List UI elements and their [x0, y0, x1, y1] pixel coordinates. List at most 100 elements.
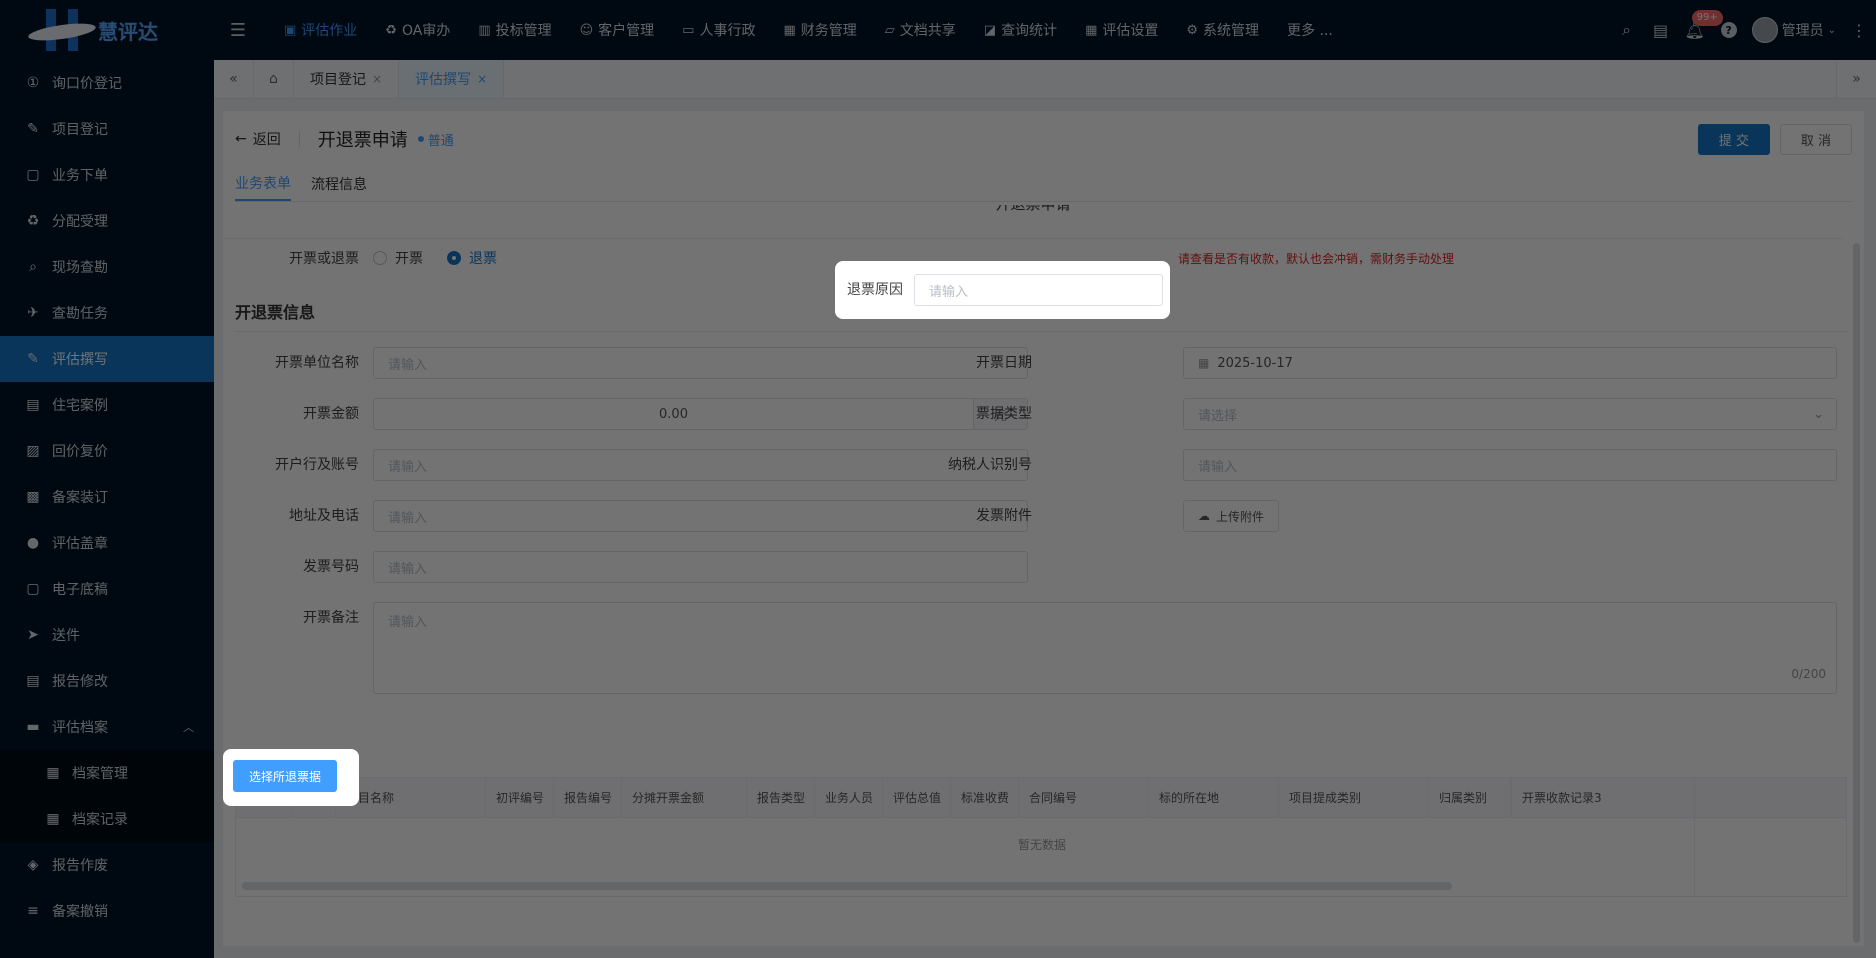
- tab-process-info[interactable]: 流程信息: [311, 167, 387, 201]
- column-header: 合同编号: [1019, 778, 1149, 817]
- bell-icon[interactable]: 🔔︎ 99+: [1678, 0, 1723, 60]
- sidebar-item-3[interactable]: ♻ 分配受理: [0, 198, 214, 244]
- tabs-bar: « ⌂ 项目登记 × 评估撰写 × »: [214, 60, 1876, 99]
- menu-collapse-icon[interactable]: ☰: [224, 16, 252, 44]
- form-title: 开退票申请: [223, 205, 1843, 239]
- sidebar-item-0[interactable]: ① 询口价登记: [0, 60, 214, 106]
- reason-label: 退票原因: [847, 282, 903, 298]
- sidebar-item-label: 询口价登记: [52, 76, 122, 92]
- page-title: 开退票申请: [317, 130, 408, 151]
- section-title: 开退票信息: [235, 303, 316, 322]
- table-icon: ▦: [46, 765, 60, 781]
- remark-textarea[interactable]: 请输入 0/200: [373, 602, 1837, 694]
- unit-label: 开票单位名称: [275, 355, 359, 371]
- topnav-item-9[interactable]: ⚙ 系统管理: [1172, 0, 1273, 60]
- tab-assessment-writing[interactable]: 评估撰写 ×: [399, 60, 505, 98]
- sidebar-item-label: 报告修改: [52, 674, 108, 690]
- date-label: 开票日期: [976, 355, 1032, 371]
- sidebar-item-5[interactable]: ✈ 查勘任务: [0, 290, 214, 336]
- radio-circle-selected: [447, 251, 461, 265]
- cancel-button[interactable]: 取 消: [1779, 123, 1852, 155]
- topnav-item-1[interactable]: ♻ OA审办: [371, 0, 464, 60]
- close-icon[interactable]: ×: [372, 72, 382, 86]
- topnav-item-7[interactable]: ◪ 查询统计: [970, 0, 1071, 60]
- type-label: 开票或退票: [289, 251, 359, 267]
- select-refund-button[interactable]: 选择所退票据: [233, 760, 338, 792]
- sidebar-item-label: 备案装订: [52, 490, 108, 506]
- chevron-down-icon: ⌄: [1813, 406, 1824, 422]
- sidebar-item-6[interactable]: ✎ 评估撰写: [0, 336, 214, 382]
- sidebar-item-1[interactable]: ✎ 项目登记: [0, 106, 214, 152]
- sidebar-item-16[interactable]: ▦ 档案记录: [0, 796, 214, 842]
- search-icon[interactable]: ⌕: [1610, 0, 1644, 60]
- clipboard-icon: ▥: [478, 22, 491, 38]
- sidebar-item-18[interactable]: ≡ 备案撤销: [0, 888, 214, 934]
- tabs-scroll-left-icon[interactable]: «: [214, 60, 254, 98]
- topnav-item-10[interactable]: 更多 ...: [1273, 0, 1347, 60]
- edit-icon: ✎: [27, 351, 39, 367]
- 123-icon: ①: [26, 75, 40, 91]
- topnav-item-0[interactable]: ▣ 评估作业: [270, 0, 371, 60]
- server-icon: ▤: [26, 673, 40, 689]
- sidebar-item-10[interactable]: ● 评估盖章: [0, 520, 214, 566]
- sidebar-item-13[interactable]: ▤ 报告修改: [0, 658, 214, 704]
- topnav-label: 更多 ...: [1287, 23, 1333, 39]
- reason-input[interactable]: 请输入: [914, 274, 1163, 306]
- invoice-no-label: 发票号码: [303, 559, 359, 575]
- radio-invoice[interactable]: 开票: [373, 248, 423, 268]
- address-label: 地址及电话: [289, 508, 359, 524]
- topnav-label: 人事行政: [699, 23, 756, 39]
- sidebar-item-12[interactable]: ➤ 送件: [0, 612, 214, 658]
- message-icon[interactable]: ▤: [1644, 0, 1678, 60]
- sidebar-item-14[interactable]: ▬ 评估档案 ︿: [0, 704, 214, 750]
- topnav-item-4[interactable]: ▭ 人事行政: [668, 0, 769, 60]
- horizontal-scrollbar[interactable]: [242, 882, 1452, 890]
- table-icon: ▦: [46, 811, 60, 827]
- topnav-label: OA审办: [401, 23, 451, 39]
- close-icon[interactable]: ×: [477, 72, 487, 86]
- sidebar-item-7[interactable]: ▤ 住宅案例: [0, 382, 214, 428]
- window-icon: ▢: [26, 167, 40, 183]
- back-button[interactable]: ← 返回: [235, 129, 281, 149]
- topnav-item-5[interactable]: ▦ 财务管理: [769, 0, 870, 60]
- home-tab-icon[interactable]: ⌂: [254, 60, 294, 98]
- sidebar-item-label: 评估档案: [52, 720, 108, 736]
- date-picker[interactable]: ▦ 2025-10-17: [1183, 347, 1837, 379]
- amount-value: 0.00: [659, 406, 688, 422]
- sidebar-item-label: 现场查勘: [52, 260, 108, 276]
- help-icon[interactable]: ?: [1712, 0, 1746, 60]
- topnav-label: 文档共享: [899, 23, 956, 39]
- tab-project-register[interactable]: 项目登记 ×: [294, 60, 400, 98]
- radio-refund[interactable]: 退票: [447, 248, 497, 268]
- tabs-scroll-right-icon[interactable]: »: [1836, 60, 1876, 98]
- sidebar-item-15[interactable]: ▦ 档案管理: [0, 750, 214, 796]
- topnav-item-2[interactable]: ▥ 投标管理: [464, 0, 565, 60]
- tab-business-form[interactable]: 业务表单: [235, 167, 291, 201]
- empty-text: 暂无数据: [1017, 838, 1066, 852]
- sidebar-item-4[interactable]: ⌕ 现场查勘: [0, 244, 214, 290]
- sidebar-item-11[interactable]: ▢ 电子底稿: [0, 566, 214, 612]
- topnav-item-8[interactable]: ▦ 评估设置: [1071, 0, 1172, 60]
- sidebar-item-9[interactable]: ▩ 备案装订: [0, 474, 214, 520]
- topnav-item-6[interactable]: ▱ 文档共享: [871, 0, 970, 60]
- vertical-scrollbar[interactable]: [1853, 243, 1860, 943]
- more-vertical-icon[interactable]: ⋮: [1842, 0, 1876, 60]
- fixed-column: [1694, 778, 1846, 896]
- send-icon: ➤: [27, 627, 39, 643]
- sidebar-item-label: 回价复价: [52, 444, 108, 460]
- invoice-no-input[interactable]: 请输入: [373, 551, 1028, 583]
- section-divider: [235, 331, 1847, 332]
- sidebar-item-17[interactable]: ◈ 报告作废: [0, 842, 214, 888]
- submit-button[interactable]: 提 交: [1697, 123, 1770, 155]
- billtype-select[interactable]: 请选择 ⌄: [1183, 398, 1837, 430]
- tab-label: 评估撰写: [415, 72, 472, 88]
- user-menu[interactable]: 管理员 ⌄: [1746, 17, 1842, 43]
- top-right-actions: ⌕ ▤ 🔔︎ 99+ ? 管理员 ⌄ ⋮: [1610, 0, 1876, 60]
- logo[interactable]: 慧评达: [0, 0, 214, 60]
- upload-button[interactable]: ☁ 上传附件: [1183, 500, 1280, 532]
- taxid-input[interactable]: 请输入: [1183, 449, 1837, 481]
- recycle-icon: ♻: [26, 213, 40, 229]
- topnav-item-3[interactable]: ☺ 客户管理: [566, 0, 669, 60]
- sidebar-item-8[interactable]: ▨ 回价复价: [0, 428, 214, 474]
- sidebar-item-2[interactable]: ▢ 业务下单: [0, 152, 214, 198]
